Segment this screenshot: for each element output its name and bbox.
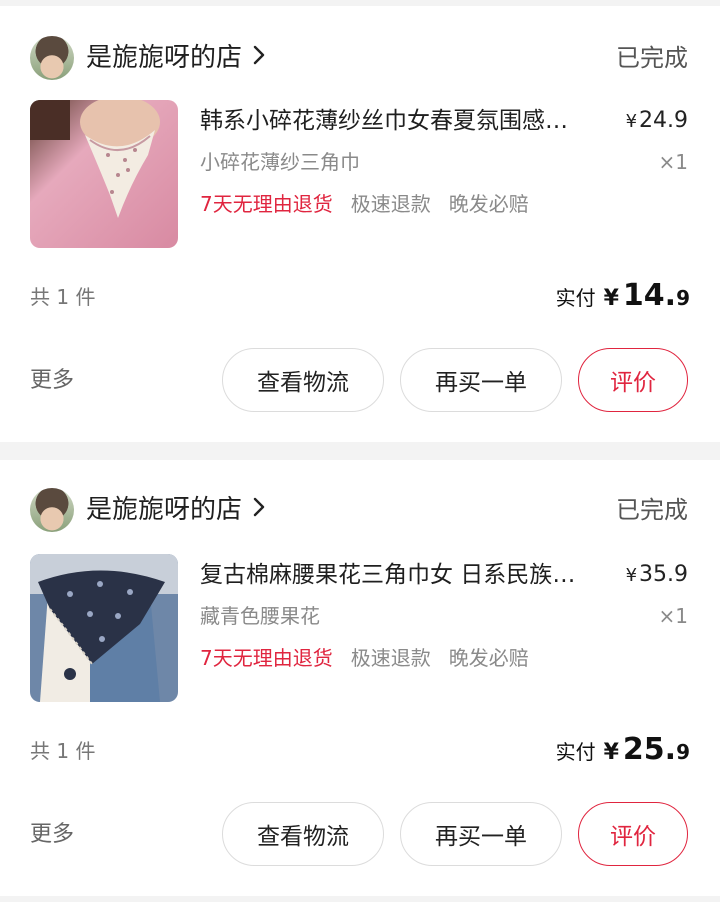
shop-name-link[interactable]: 是旎旎呀的店: [86, 494, 266, 526]
review-button[interactable]: 评价: [578, 348, 688, 412]
chevron-right-icon: [252, 42, 266, 74]
price-value: 35.9: [639, 562, 688, 587]
paid-decimal: 9: [676, 286, 690, 310]
buy-again-button[interactable]: 再买一单: [400, 802, 562, 866]
paid-label: 实付: [555, 740, 596, 764]
shop-name: 是旎旎呀的店: [86, 43, 243, 73]
service-tags: 7天无理由退货 极速退款 晚发必赔: [200, 644, 529, 672]
paid-currency: ¥: [603, 740, 619, 765]
review-button[interactable]: 评价: [578, 802, 688, 866]
order-status: 已完成: [616, 496, 688, 524]
buy-again-button[interactable]: 再买一单: [400, 348, 562, 412]
product-variant: 小碎花薄纱三角巾: [200, 150, 360, 174]
item-count: 共 1 件: [30, 285, 96, 309]
more-link[interactable]: 更多: [30, 820, 74, 850]
shop-name-link[interactable]: 是旎旎呀的店: [86, 42, 266, 74]
view-logistics-button[interactable]: 查看物流: [222, 802, 384, 866]
product-price: ¥24.9: [626, 106, 688, 137]
product-quantity: ×1: [658, 150, 688, 174]
product-image[interactable]: [30, 100, 178, 248]
paid-currency: ¥: [603, 286, 619, 311]
shop-avatar[interactable]: [30, 488, 74, 532]
order-card: 是旎旎呀的店 已完成 复古棉麻腰果花三角巾女 日系民族风… ¥35.9 藏青色腰…: [0, 460, 720, 896]
product-title[interactable]: 韩系小碎花薄纱丝巾女春夏氛围感…: [200, 106, 590, 136]
order-status: 已完成: [616, 44, 688, 72]
service-tags: 7天无理由退货 极速退款 晚发必赔: [200, 190, 529, 218]
paid-decimal: 9: [676, 740, 690, 764]
price-value: 24.9: [639, 108, 688, 133]
shop-name: 是旎旎呀的店: [86, 495, 243, 525]
item-count: 共 1 件: [30, 739, 96, 763]
paid-integer: 14.: [622, 278, 677, 313]
product-price: ¥35.9: [626, 560, 688, 591]
more-link[interactable]: 更多: [30, 366, 74, 396]
tag-return-policy: 7天无理由退货: [200, 646, 333, 670]
chevron-right-icon: [252, 494, 266, 526]
order-card: 是旎旎呀的店 已完成 韩系小碎花薄纱丝巾女春夏氛围感… ¥24.9 小碎花薄纱三…: [0, 6, 720, 442]
product-quantity: ×1: [658, 604, 688, 628]
tag-late-compensation: 晚发必赔: [448, 646, 529, 670]
tag-late-compensation: 晚发必赔: [448, 192, 529, 216]
price-currency: ¥: [625, 565, 638, 586]
shop-avatar[interactable]: [30, 36, 74, 80]
view-logistics-button[interactable]: 查看物流: [222, 348, 384, 412]
product-variant: 藏青色腰果花: [200, 604, 320, 628]
paid-integer: 25.: [622, 732, 677, 767]
product-title[interactable]: 复古棉麻腰果花三角巾女 日系民族风…: [200, 560, 590, 590]
tag-fast-refund: 极速退款: [350, 192, 431, 216]
tag-fast-refund: 极速退款: [350, 646, 431, 670]
paid-amount: 实付 ¥ 14. 9: [556, 278, 690, 313]
paid-amount: 实付 ¥ 25. 9: [556, 732, 690, 767]
price-currency: ¥: [625, 111, 638, 132]
tag-return-policy: 7天无理由退货: [200, 192, 333, 216]
paid-label: 实付: [555, 286, 596, 310]
product-image[interactable]: [30, 554, 178, 702]
